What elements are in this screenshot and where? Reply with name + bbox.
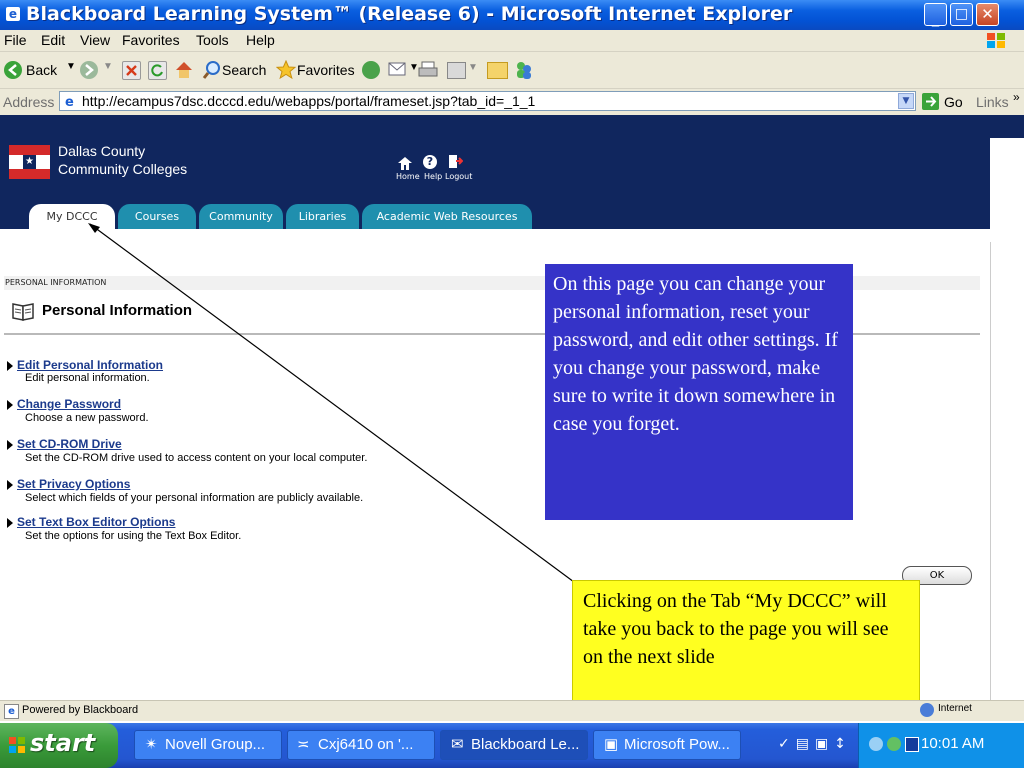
security-zone: Internet xyxy=(938,703,972,714)
ie-task-icon: ✉ xyxy=(451,736,464,753)
powerpoint-icon: ▣ xyxy=(604,736,619,753)
instruction-callout: On this page you can change your persona… xyxy=(545,264,853,520)
tab-hint-callout: Clicking on the Tab “My DCCC” will take … xyxy=(572,580,920,714)
start-button[interactable]: start xyxy=(0,723,118,768)
tray-monitor-icon[interactable] xyxy=(905,737,919,752)
task-microsoft-powerpoint[interactable]: ▣ Microsoft Pow... xyxy=(593,730,741,760)
taskbar: start ✴ Novell Group... ≍ Cxj6410 on '..… xyxy=(0,723,1024,768)
groupwise-icon: ✴ xyxy=(145,736,158,753)
network-drive-icon: ≍ xyxy=(297,736,310,753)
clock: 10:01 AM xyxy=(921,735,985,752)
page-status-icon: e xyxy=(4,704,19,719)
status-bar: e Powered by Blackboard Internet xyxy=(0,700,1024,721)
system-tray: 10:01 AM xyxy=(858,723,1024,768)
task-novell-groupwise[interactable]: ✴ Novell Group... xyxy=(134,730,282,760)
tray-network-icon[interactable] xyxy=(869,737,883,751)
tray-antivirus-icon[interactable] xyxy=(887,737,901,751)
internet-zone-icon xyxy=(920,703,934,717)
task-blackboard[interactable]: ✉ Blackboard Le... xyxy=(440,730,588,760)
task-cxj6410[interactable]: ≍ Cxj6410 on '... xyxy=(287,730,435,760)
status-text: Powered by Blackboard xyxy=(22,704,139,716)
start-label: start xyxy=(30,729,96,757)
quick-tray-icons[interactable]: ✓▤▣↕ xyxy=(778,736,854,754)
windows-flag-icon xyxy=(8,736,26,754)
